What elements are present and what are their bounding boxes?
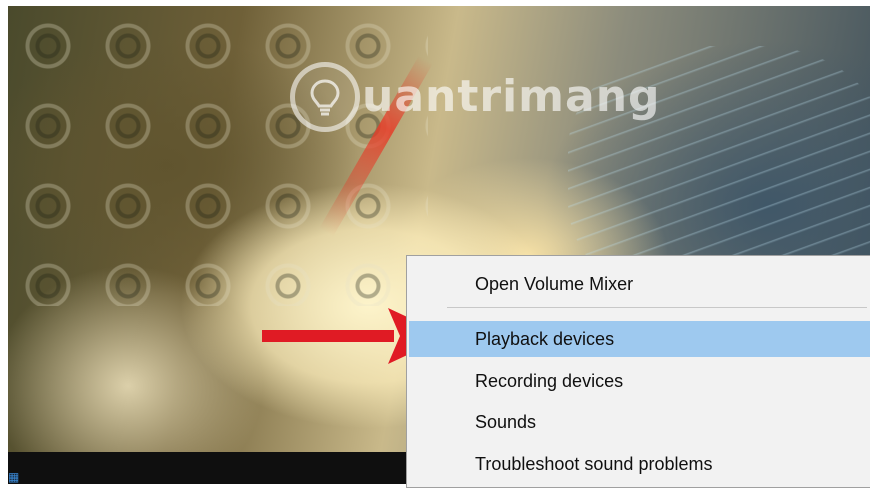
lightbulb-icon: [290, 62, 360, 132]
menu-item-playback-devices[interactable]: Playback devices: [409, 321, 870, 357]
menu-separator: [447, 307, 867, 308]
start-icon[interactable]: ▦: [8, 470, 20, 484]
menu-item-open-volume-mixer[interactable]: Open Volume Mixer: [409, 266, 870, 302]
volume-context-menu: Open Volume Mixer Playback devices Recor…: [406, 255, 870, 488]
menu-item-sounds[interactable]: Sounds: [409, 404, 870, 440]
watermark: uantrimang: [290, 62, 661, 132]
menu-item-recording-devices[interactable]: Recording devices: [409, 363, 870, 399]
watermark-text: uantrimang: [362, 71, 661, 122]
screen: uantrimang ▦ Open Volume Mixer Playback …: [0, 0, 870, 493]
menu-item-troubleshoot-sound-problems[interactable]: Troubleshoot sound problems: [409, 446, 870, 482]
